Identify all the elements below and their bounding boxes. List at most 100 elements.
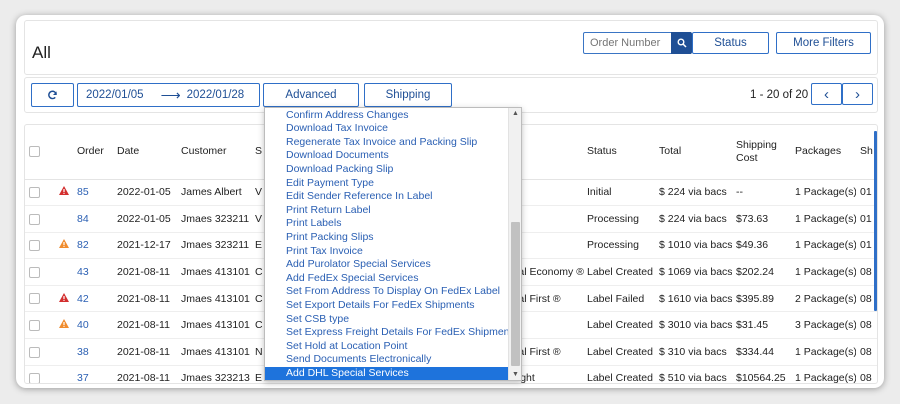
dropdown-item[interactable]: Set Export Details For FedEx Shipments: [265, 299, 509, 313]
warning-icon: [59, 186, 69, 196]
refresh-button[interactable]: [31, 83, 74, 107]
row-status: Label Created: [583, 365, 655, 383]
order-link[interactable]: 85: [77, 186, 89, 198]
pagination-text: 1 - 20 of 20: [750, 89, 809, 101]
row-total: $ 510 via bacs: [655, 365, 732, 383]
dropdown-item[interactable]: Download Packing Slip: [265, 163, 509, 177]
date-from[interactable]: 2022/01/05: [86, 89, 144, 101]
row-checkbox[interactable]: [29, 187, 40, 199]
order-link[interactable]: 42: [77, 293, 89, 305]
dropdown-scrollbar[interactable]: ▲ ▼: [508, 108, 521, 380]
warning-icon: [59, 319, 69, 329]
dropdown-item[interactable]: Set Hold at Location Point: [265, 340, 509, 354]
row-packages: 1 Package(s): [791, 365, 856, 383]
dropdown-item[interactable]: Set Express Freight Details For FedEx Sh…: [265, 326, 518, 340]
row-checkbox[interactable]: [29, 346, 40, 358]
header-bar: All Status More Filters: [24, 20, 878, 75]
row-packages: 1 Package(s): [791, 232, 856, 260]
row-packages: 1 Package(s): [791, 338, 856, 366]
order-link[interactable]: 37: [77, 372, 89, 383]
order-link[interactable]: 38: [77, 346, 89, 358]
row-total: $ 1610 via bacs: [655, 285, 732, 313]
row-shipping-cost: $334.44: [732, 338, 791, 366]
warning-icon: [59, 292, 69, 302]
next-page-button[interactable]: ›: [842, 83, 873, 105]
row-total: $ 3010 via bacs: [655, 311, 732, 340]
row-total: $ 310 via bacs: [655, 338, 732, 366]
col-shipping-cost[interactable]: Shipping Cost: [732, 125, 791, 180]
dropdown-item[interactable]: Set CSB type: [265, 313, 509, 327]
row-customer: Jmaes 323211: [177, 205, 251, 233]
row-date: 2022-01-05: [113, 179, 177, 207]
row-date: 2021-08-11: [113, 338, 177, 366]
dropdown-item[interactable]: Download Documents: [265, 149, 509, 163]
status-filter-button[interactable]: Status: [692, 32, 769, 54]
row-status: Processing: [583, 205, 655, 233]
dropdown-scroll-thumb[interactable]: [511, 222, 520, 366]
warning-icon: [59, 239, 69, 249]
row-total: $ 1010 via bacs: [655, 232, 732, 260]
row-shipping-cost: --: [732, 179, 791, 207]
row-checkbox[interactable]: [29, 319, 40, 331]
chevron-left-icon: ‹: [824, 85, 829, 103]
row-total: $ 224 via bacs: [655, 205, 732, 233]
select-all-checkbox[interactable]: [29, 145, 40, 157]
col-status[interactable]: Status: [583, 125, 655, 180]
dropdown-item[interactable]: Print Labels: [265, 217, 509, 231]
dropdown-item[interactable]: Print Return Label: [265, 204, 509, 218]
date-range-picker[interactable]: 2022/01/05 ⟶ 2022/01/28: [77, 83, 260, 107]
prev-page-button[interactable]: ‹: [811, 83, 842, 105]
scroll-down-icon[interactable]: ▼: [512, 371, 519, 378]
col-customer[interactable]: Customer: [177, 125, 251, 180]
dropdown-item[interactable]: Set From Address To Display On FedEx Lab…: [265, 285, 509, 299]
search-icon: [677, 38, 687, 48]
dropdown-item[interactable]: Send Documents Electronically: [265, 353, 509, 367]
dropdown-item[interactable]: Add Purolator Special Services: [265, 258, 509, 272]
order-link[interactable]: 40: [77, 319, 89, 331]
order-link[interactable]: 84: [77, 213, 89, 225]
order-link[interactable]: 43: [77, 266, 89, 278]
row-customer: Jmaes 413101: [177, 311, 251, 340]
dropdown-item[interactable]: Print Packing Slips: [265, 231, 509, 245]
refresh-icon: [48, 90, 57, 99]
row-date: 2022-01-05: [113, 205, 177, 233]
dropdown-item[interactable]: Print Tax Invoice: [265, 245, 509, 259]
dropdown-item[interactable]: Download Tax Invoice: [265, 122, 509, 136]
row-shipping-cost: $202.24: [732, 258, 791, 286]
dropdown-item[interactable]: Confirm Address Changes: [265, 109, 509, 123]
row-checkbox[interactable]: [29, 240, 40, 252]
col-total[interactable]: Total: [655, 125, 732, 180]
search-button[interactable]: [671, 32, 692, 54]
row-checkbox[interactable]: [29, 213, 40, 225]
row-checkbox[interactable]: [29, 373, 40, 383]
table-scrollbar[interactable]: [874, 131, 877, 311]
more-filters-button[interactable]: More Filters: [776, 32, 871, 54]
row-ship-date: 08: [856, 338, 877, 366]
row-packages: 3 Package(s): [791, 311, 856, 340]
row-total: $ 1069 via bacs: [655, 258, 732, 286]
scroll-up-icon[interactable]: ▲: [512, 110, 519, 117]
row-ship-date: 08: [856, 365, 877, 383]
row-shipping-cost: $31.45: [732, 311, 791, 340]
shipping-button[interactable]: Shipping: [364, 83, 452, 107]
row-shipping-cost: $395.89: [732, 285, 791, 313]
row-date: 2021-08-11: [113, 285, 177, 313]
col-order[interactable]: Order: [73, 125, 113, 180]
date-to[interactable]: 2022/01/28: [187, 89, 245, 101]
order-link[interactable]: 82: [77, 239, 89, 251]
dropdown-item[interactable]: Add DHL Special Services: [265, 366, 509, 380]
row-checkbox[interactable]: [29, 266, 40, 278]
row-packages: 1 Package(s): [791, 258, 856, 286]
row-customer: Jmaes 323211: [177, 232, 251, 260]
advanced-button[interactable]: Advanced: [263, 83, 359, 107]
dropdown-item[interactable]: Edit Payment Type: [265, 177, 509, 191]
dropdown-item[interactable]: Add FedEx Special Services: [265, 272, 509, 286]
dropdown-item[interactable]: Edit Sender Reference In Label: [265, 190, 509, 204]
col-date[interactable]: Date: [113, 125, 177, 180]
col-packages[interactable]: Packages: [791, 125, 856, 180]
date-arrow-icon: ⟶: [160, 86, 181, 103]
row-checkbox[interactable]: [29, 293, 40, 305]
dropdown-item[interactable]: Regenerate Tax Invoice and Packing Slip: [265, 136, 509, 150]
row-shipping-cost: $10564.25: [732, 365, 791, 383]
row-customer: Jmaes 413101: [177, 338, 251, 366]
